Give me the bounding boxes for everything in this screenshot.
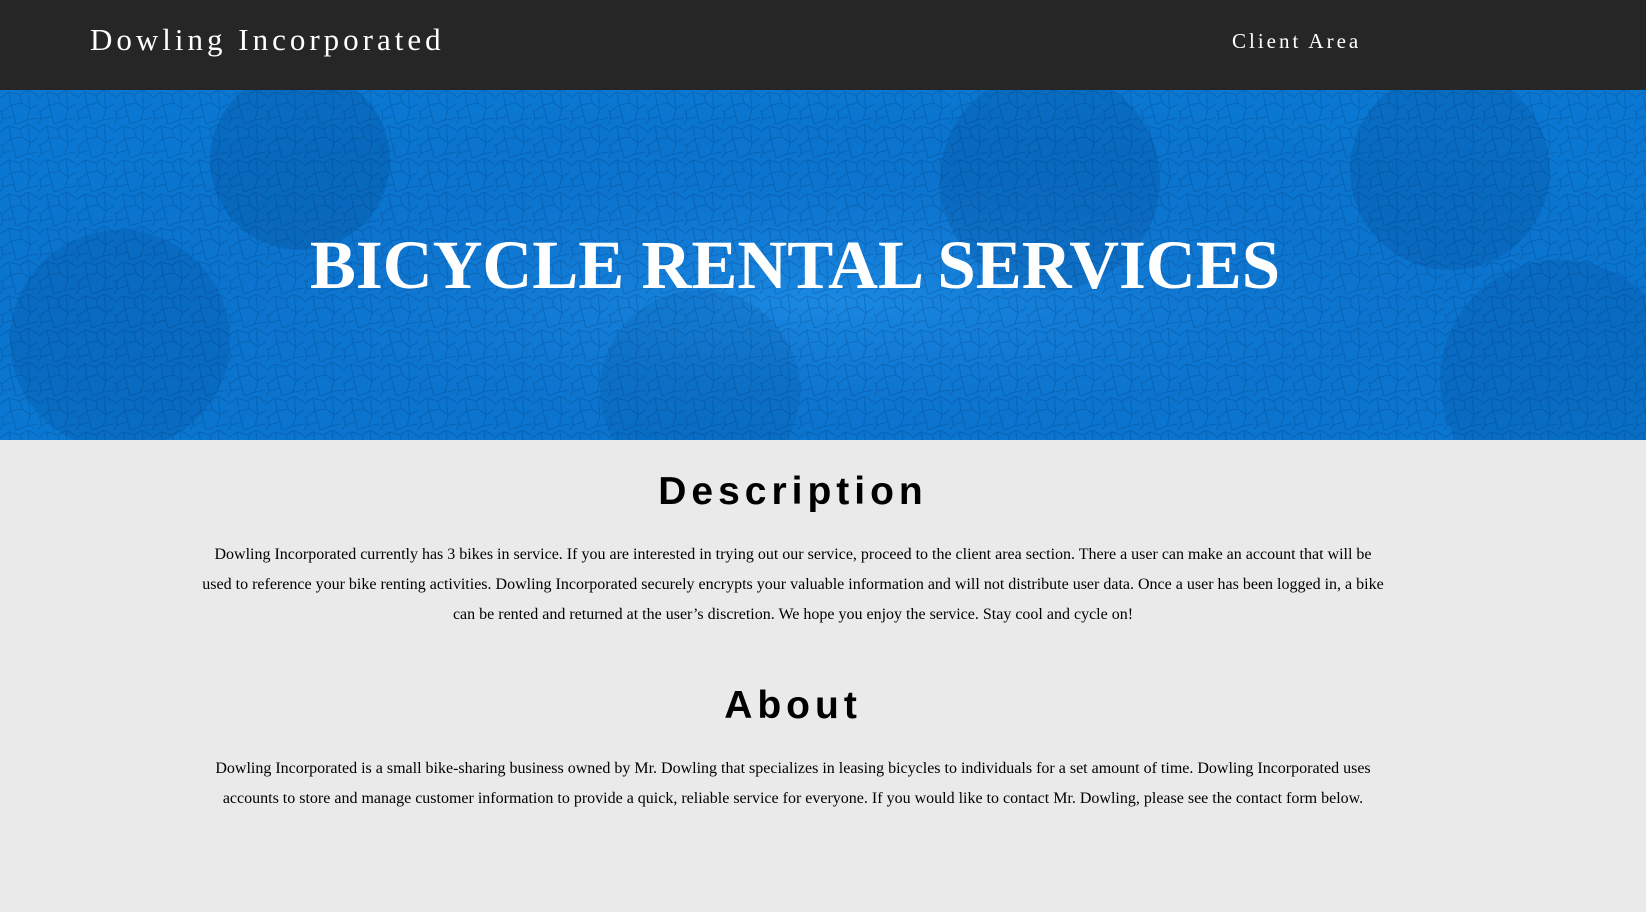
hero-title: BICYCLE RENTAL SERVICES [309, 226, 1281, 303]
about-heading: About [724, 684, 862, 727]
nav-client-area-link[interactable]: Client Area [1232, 26, 1361, 56]
description-heading: Description [658, 470, 928, 513]
brand-title[interactable]: Dowling Incorporated [90, 20, 445, 60]
about-text: Dowling Incorporated is a small bike-sha… [215, 760, 1371, 807]
description-text: Dowling Incorporated currently has 3 bik… [202, 546, 1384, 623]
hero-banner: BICYCLE RENTAL SERVICES [0, 90, 1646, 440]
top-navigation-bar: Dowling Incorporated Client Area [0, 0, 1646, 90]
